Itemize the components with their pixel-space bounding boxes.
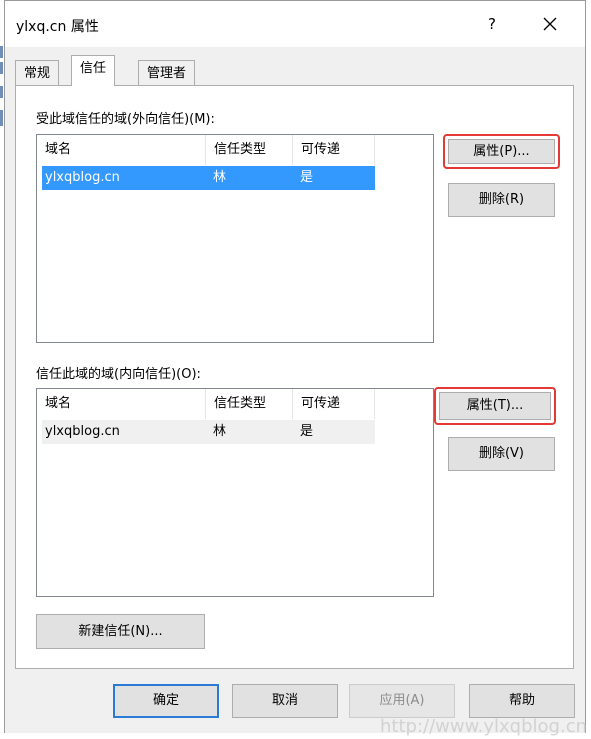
properties-dialog: ylxq.cn 属性 ? 常规 信任 管理者 受此域信任的域(外向信任)(M):… xyxy=(4,0,586,733)
ok-button[interactable]: 确定 xyxy=(113,684,219,718)
outgoing-trusts-label: 受此域信任的域(外向信任)(M): xyxy=(36,112,215,127)
outgoing-properties-button[interactable]: 属性(P)... xyxy=(448,139,555,164)
close-button[interactable] xyxy=(537,11,563,37)
incoming-trusts-label: 信任此域的域(内向信任)(O): xyxy=(36,367,201,382)
background-window-edge xyxy=(0,86,3,98)
table-row[interactable]: ylxqblog.cn 林 是 xyxy=(42,420,375,444)
list-header: 域名 信任类型 可传递 xyxy=(37,135,433,165)
row-transitive: 是 xyxy=(300,424,314,439)
tab-general[interactable]: 常规 xyxy=(15,60,60,86)
help-title-button[interactable]: ? xyxy=(481,13,503,35)
row-domain: ylxqblog.cn xyxy=(45,170,120,185)
outgoing-remove-button[interactable]: 删除(R) xyxy=(448,183,555,217)
column-header-domain[interactable]: 域名 xyxy=(37,389,206,419)
column-header-transitive[interactable]: 可传递 xyxy=(293,135,375,165)
dialog-client: 常规 信任 管理者 受此域信任的域(外向信任)(M): 域名 信任类型 可传递 … xyxy=(5,47,585,733)
watermark-text: http://www.ylxqblog.cn xyxy=(380,716,587,737)
outgoing-trusts-list[interactable]: 域名 信任类型 可传递 ylxqblog.cn 林 是 xyxy=(36,134,434,343)
background-window-edge xyxy=(0,62,3,74)
column-header-domain[interactable]: 域名 xyxy=(37,135,206,165)
window-title: ylxq.cn 属性 xyxy=(16,19,99,35)
tab-trust[interactable]: 信任 xyxy=(71,55,116,86)
title-bar[interactable]: ylxq.cn 属性 ? xyxy=(5,1,585,47)
close-icon xyxy=(543,17,557,31)
apply-button[interactable]: 应用(A) xyxy=(349,684,455,718)
help-button[interactable]: 帮助 xyxy=(469,684,575,718)
incoming-remove-button[interactable]: 删除(V) xyxy=(448,437,555,471)
column-header-trust-type[interactable]: 信任类型 xyxy=(206,135,293,165)
background-window-edge xyxy=(0,110,3,126)
row-domain: ylxqblog.cn xyxy=(45,424,120,439)
new-trust-button[interactable]: 新建信任(N)... xyxy=(36,614,205,649)
row-trust-type: 林 xyxy=(213,424,227,439)
table-row[interactable]: ylxqblog.cn 林 是 xyxy=(42,166,375,190)
column-header-trust-type[interactable]: 信任类型 xyxy=(206,389,293,419)
trust-tab-panel: 受此域信任的域(外向信任)(M): 域名 信任类型 可传递 ylxqblog.c… xyxy=(15,85,574,669)
row-trust-type: 林 xyxy=(213,170,227,185)
incoming-properties-button[interactable]: 属性(T)... xyxy=(439,392,551,420)
cancel-button[interactable]: 取消 xyxy=(232,684,338,718)
column-header-transitive[interactable]: 可传递 xyxy=(293,389,375,419)
list-header: 域名 信任类型 可传递 xyxy=(37,389,433,419)
incoming-trusts-list[interactable]: 域名 信任类型 可传递 ylxqblog.cn 林 是 xyxy=(36,388,434,597)
row-transitive: 是 xyxy=(300,170,314,185)
background-window-edge xyxy=(0,46,3,58)
tab-managed-by[interactable]: 管理者 xyxy=(138,60,196,86)
